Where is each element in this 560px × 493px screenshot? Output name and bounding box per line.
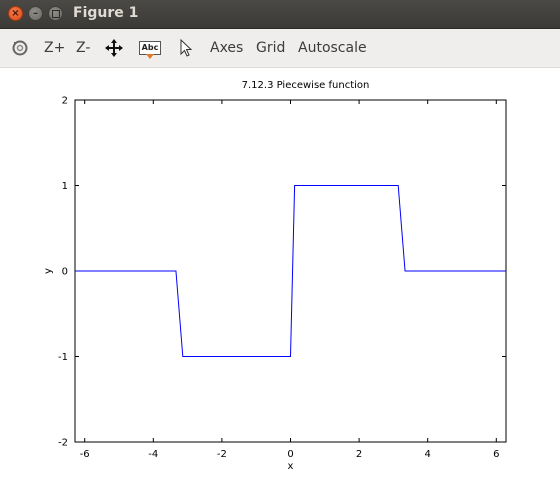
autoscale-button[interactable]: Autoscale [298,29,367,67]
window-title: Figure 1 [73,5,139,21]
minimize-icon: – [33,7,38,19]
x-tick-label: -4 [148,449,158,460]
y-tick-label: -1 [58,352,68,363]
plot-canvas[interactable]: -6 -4 -2 0 2 4 6 2 1 0 -1 -2 7.12.3 Piecewise functi… [0,68,560,489]
grid-button[interactable]: Grid [256,29,285,67]
dropdown-arrow-icon [146,54,154,59]
close-window-button[interactable]: × [8,6,23,21]
pointer-arrow-icon [180,39,193,57]
zoom-out-button[interactable]: Z- [76,29,90,67]
close-icon: × [11,7,20,19]
pan-arrows-icon [105,39,123,57]
rotate-button[interactable] [11,29,29,67]
figure-toolbar: Z+ Z- Abc Axes Grid Autoscale [0,29,560,68]
select-button[interactable] [179,29,193,67]
x-tick-label: 6 [493,449,499,460]
rotate-icon [12,40,28,56]
y-tick-label: 2 [62,96,68,107]
x-tick-label: 0 [287,449,293,460]
x-tick-label: -6 [80,449,90,460]
x-tick-label: 4 [425,449,431,460]
x-axis-label: x [288,461,294,472]
abc-text-icon: Abc [139,41,161,55]
maximize-icon [51,9,60,18]
y-tick-label: -2 [58,438,68,449]
window-titlebar: × – Figure 1 [0,0,560,29]
y-tick-label: 1 [62,181,68,192]
pan-button[interactable] [104,29,124,67]
minimize-window-button[interactable]: – [28,6,43,21]
chart-title: 7.12.3 Piecewise function [242,80,370,91]
y-axis-label: y [43,268,54,274]
x-tick-label: 2 [356,449,362,460]
text-tool-button[interactable]: Abc [139,29,161,67]
y-tick-label: 0 [62,267,68,278]
x-tick-label: -2 [217,449,227,460]
series-line [75,185,506,357]
zoom-in-button[interactable]: Z+ [44,29,65,67]
maximize-window-button[interactable] [48,6,63,21]
piecewise-chart: -6 -4 -2 0 2 4 6 2 1 0 -1 -2 7.12.3 Piecewise functi… [43,80,507,472]
axes-button[interactable]: Axes [210,29,243,67]
